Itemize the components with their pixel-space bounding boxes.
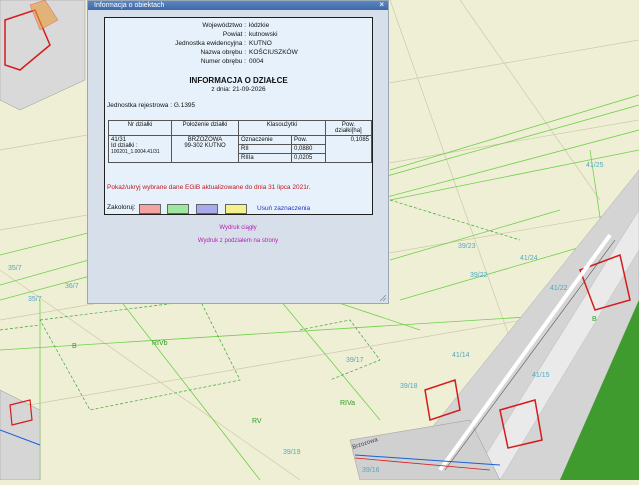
color-swatch-blue[interactable] [196, 204, 218, 214]
column-header: Nr działki [108, 120, 172, 136]
print-paged-link[interactable]: Wydruk z podziałem na strony [88, 238, 388, 244]
report-date: z dnia: 21-09-2026 [211, 86, 266, 93]
table-row: 41/31 Id działki : 100201_1.0004.41/31 B… [108, 135, 373, 163]
print-continuous-link[interactable]: Wydruk ciągły [88, 225, 388, 231]
class-symbol: RIIIa [238, 153, 292, 163]
landuse-label: B [592, 316, 597, 323]
clear-selection-link[interactable]: Usuń zaznaczenia [257, 205, 310, 212]
show-hide-egib-link[interactable]: Pokaż/ukryj wybrane dane EGiB aktualizow… [107, 184, 310, 191]
color-swatch-yellow[interactable] [225, 204, 247, 214]
class-header-area: Pow. [290, 135, 326, 145]
header-key: Jednostka ewidencyjna : [175, 40, 246, 47]
dialog-title: Informacja o obiektach [94, 2, 165, 9]
close-icon[interactable]: × [379, 0, 384, 9]
column-header: Pow. działki[ha] [324, 120, 373, 136]
parcel-label: 41/15 [532, 372, 550, 379]
parcel-info-heading: INFORMACJA O DZIAŁCE [189, 76, 288, 85]
object-info-dialog[interactable]: Informacja o obiektach × Województwo : ł… [87, 0, 389, 304]
parcel-number-cell: 41/31 Id działki : 100201_1.0004.41/31 [108, 135, 172, 163]
table-header-row: Nr działki Położenie działki Klasoużytki… [108, 120, 373, 136]
parcel-label: 39/22 [470, 272, 488, 279]
parcel-label: 39/18 [400, 383, 418, 390]
header-value: łódzkie [249, 22, 270, 29]
color-swatch-green[interactable] [167, 204, 189, 214]
parcel-label: 35/7 [8, 265, 22, 272]
dialog-titlebar[interactable]: Informacja o obiektach × [88, 0, 388, 10]
parcel-location-cell: BRZOZOWA 99-302 KUTNO [171, 135, 239, 163]
built-area-bottom-left [0, 389, 41, 481]
parcel-label: 41/24 [520, 255, 538, 262]
parcel-label: 41/22 [550, 285, 568, 292]
parcel-table: Nr działki Położenie działki Klasoużytki… [108, 120, 373, 163]
class-area: 0,0880 [290, 144, 326, 154]
resize-grip-icon[interactable] [380, 295, 386, 301]
color-swatch-red[interactable] [139, 204, 161, 214]
coloring-label: Zakoloruj: [107, 204, 136, 211]
parcel-label: 36/7 [65, 283, 79, 290]
header-key: Powiat : [222, 31, 246, 38]
column-header: Klasoużytki [238, 120, 326, 136]
parcel-info-panel: Województwo : łódzkie Powiat : kutnowski… [104, 17, 373, 215]
parcel-label: 39/23 [458, 243, 476, 250]
class-symbol: RII [238, 144, 292, 154]
location-city: 99-302 KUTNO [184, 143, 226, 149]
parcel-label: 39/17 [346, 357, 364, 364]
header-value: KOŚCIUSZKÓW [249, 49, 298, 56]
header-value: 0004 [249, 58, 264, 65]
header-value: KUTNO [249, 40, 272, 47]
landuse-label: RV [252, 418, 262, 425]
parcel-label: 35/7 [28, 296, 42, 303]
landuse-label: B [72, 343, 77, 350]
parcel-label: 41/14 [452, 352, 470, 359]
built-area-top-left [0, 0, 86, 111]
header-key: Numer obrębu : [200, 58, 246, 65]
landuse-label: RIVa [340, 400, 356, 407]
column-header: Położenie działki [171, 120, 239, 136]
landuse-label: RIVb [152, 340, 168, 347]
class-header-symbol: Oznaczenie [238, 135, 292, 145]
parcel-label: 39/19 [283, 449, 301, 456]
parcel-label: 39/16 [362, 467, 380, 474]
parcel-label: 41/25 [586, 162, 604, 169]
total-area: 0,1085 [324, 135, 373, 163]
header-key: Województwo : [202, 22, 246, 29]
parcel-id: 100201_1.0004.41/31 [111, 149, 160, 155]
header-value: kutnowski [249, 31, 278, 38]
header-key: Nazwa obrębu : [200, 49, 246, 56]
registry-unit: Jednostka rejestrowa : G.1395 [107, 102, 196, 109]
class-area: 0,0205 [290, 153, 326, 163]
